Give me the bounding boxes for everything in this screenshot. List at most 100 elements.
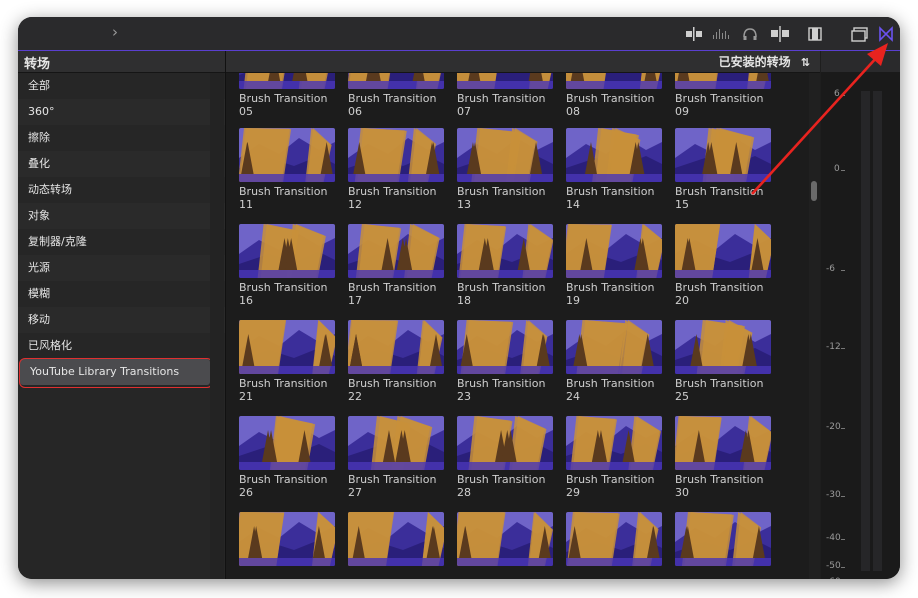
clip-thumbnail[interactable]: [239, 512, 335, 566]
sidebar-item[interactable]: 光源: [18, 255, 225, 281]
clip-title-name: Brush Transition: [239, 281, 328, 294]
clip-thumbnail[interactable]: [457, 224, 553, 278]
clip-thumbnail[interactable]: [566, 320, 662, 374]
sidebar-item[interactable]: 360°: [18, 99, 225, 125]
browser-scrollbar[interactable]: [809, 73, 820, 579]
installed-transitions-menu[interactable]: 已安装的转场 ⇅: [719, 53, 810, 70]
clip-title: Brush Transition 15: [675, 185, 785, 211]
transitions-icon[interactable]: [879, 26, 893, 42]
clip-thumbnail[interactable]: [348, 73, 444, 89]
clip-split-icon[interactable]: [770, 26, 790, 42]
meter-tick-mark: [841, 270, 845, 271]
clip-thumbnail[interactable]: [348, 416, 444, 470]
audio-waveform-icon[interactable]: [712, 26, 732, 42]
sidebar-item[interactable]: 移动: [18, 307, 225, 333]
clip-thumbnail[interactable]: [566, 73, 662, 89]
clip-title-number: 20: [675, 294, 689, 307]
clip-title: Brush Transition 11: [239, 185, 349, 211]
scrollbar-knob[interactable]: [811, 181, 817, 201]
clip-thumbnail[interactable]: [239, 416, 335, 470]
clip-title: Brush Transition 07: [457, 92, 567, 118]
clip-title: Brush Transition 17: [348, 281, 458, 307]
sidebar-item[interactable]: 擦除: [18, 125, 225, 151]
clip-title-number: 08: [566, 105, 580, 118]
clip-title: Brush Transition 06: [348, 92, 458, 118]
clip-title-number: 06: [348, 105, 362, 118]
clip-thumbnail[interactable]: [239, 128, 335, 182]
clip-title-number: 16: [239, 294, 253, 307]
clip-thumbnail[interactable]: [566, 128, 662, 182]
sidebar-scrollbar[interactable]: [210, 73, 224, 579]
sidebar-item[interactable]: 复制器/克隆: [18, 229, 225, 255]
clip-thumbnail[interactable]: [566, 416, 662, 470]
clip-thumbnail[interactable]: [457, 128, 553, 182]
split-icon[interactable]: [685, 26, 703, 42]
clip-thumbnail[interactable]: [675, 320, 771, 374]
meter-tick-label: 6: [834, 89, 840, 99]
clip-thumbnail[interactable]: [457, 416, 553, 470]
sidebar-item[interactable]: 已风格化: [18, 333, 225, 359]
meter-tick-mark: [841, 95, 845, 96]
browser-header: 已安装的转场 ⇅: [226, 51, 820, 73]
clip-title-name: Brush Transition: [566, 377, 655, 390]
clip-title: Brush Transition 13: [457, 185, 567, 211]
clip-title-name: Brush Transition: [566, 185, 655, 198]
clip-title-number: 25: [675, 390, 689, 403]
clip-title: Brush Transition 22: [348, 377, 458, 403]
audio-meter: 6 0 -6 -12 -20 -30 -40 -50 -60: [821, 51, 900, 579]
meter-channel-right: [873, 91, 882, 571]
sidebar-item[interactable]: 对象: [18, 203, 225, 229]
clip-thumbnail[interactable]: [348, 320, 444, 374]
clip-thumbnail[interactable]: [348, 512, 444, 566]
meter-tick-label: 0: [834, 164, 840, 174]
toolbar: ›: [18, 17, 900, 51]
sidebar-item[interactable]: 动态转场: [18, 177, 225, 203]
meter-header: [821, 51, 900, 72]
sort-label: 已安装的转场: [718, 55, 791, 69]
clip-title: Brush Transition 25: [675, 377, 785, 403]
clip-thumbnail[interactable]: [239, 73, 335, 89]
headphones-icon[interactable]: [742, 26, 758, 42]
sidebar-item[interactable]: 叠化: [18, 151, 225, 177]
meter-tick-label: -12: [826, 342, 841, 352]
clip-title-name: Brush Transition: [566, 281, 655, 294]
window-icon[interactable]: [851, 26, 869, 42]
clip-title-number: 22: [348, 390, 362, 403]
clip-thumbnail[interactable]: [457, 512, 553, 566]
clip-title: Brush Transition 19: [566, 281, 676, 307]
meter-tick-mark: [841, 170, 845, 171]
clip-thumbnail[interactable]: [239, 224, 335, 278]
clip-thumbnail[interactable]: [348, 128, 444, 182]
clip-thumbnail[interactable]: [457, 320, 553, 374]
clip-title-number: 27: [348, 486, 362, 499]
clip-thumbnail[interactable]: [675, 512, 771, 566]
clip-thumbnail[interactable]: [239, 320, 335, 374]
sidebar-item[interactable]: 全部: [18, 73, 225, 99]
clip-thumbnail[interactable]: [457, 73, 553, 89]
clip-thumbnail[interactable]: [675, 73, 771, 89]
clip-title-name: Brush Transition: [457, 281, 546, 294]
clip-title: Brush Transition 14: [566, 185, 676, 211]
meter-channel-left: [861, 91, 870, 571]
sidebar-item[interactable]: 模糊: [18, 281, 225, 307]
clip-title: Brush Transition 18: [457, 281, 567, 307]
clip-title-name: Brush Transition: [348, 185, 437, 198]
clip-title-name: Brush Transition: [675, 377, 764, 390]
clip-title-number: 30: [675, 486, 689, 499]
meter-tick-mark: [841, 348, 845, 349]
clip-thumbnail[interactable]: [675, 128, 771, 182]
clip-thumbnail[interactable]: [566, 224, 662, 278]
clip-title-number: 11: [239, 198, 253, 211]
clip-thumbnail[interactable]: [566, 512, 662, 566]
filmstrip-icon[interactable]: [808, 26, 822, 42]
clip-thumbnail[interactable]: [675, 416, 771, 470]
updown-chevron-icon: ⇅: [800, 56, 810, 69]
clip-grid: Brush Transition 05 Brush Transition 06 Brus…: [226, 73, 820, 579]
clip-thumbnail[interactable]: [348, 224, 444, 278]
meter-tick-mark: [841, 539, 845, 540]
sidebar-item[interactable]: YouTube Library Transitions: [20, 359, 210, 385]
chevron-right-icon[interactable]: ›: [112, 23, 118, 41]
clip-title-number: 07: [457, 105, 471, 118]
clip-thumbnail[interactable]: [675, 224, 771, 278]
clip-title: Brush Transition 12: [348, 185, 458, 211]
